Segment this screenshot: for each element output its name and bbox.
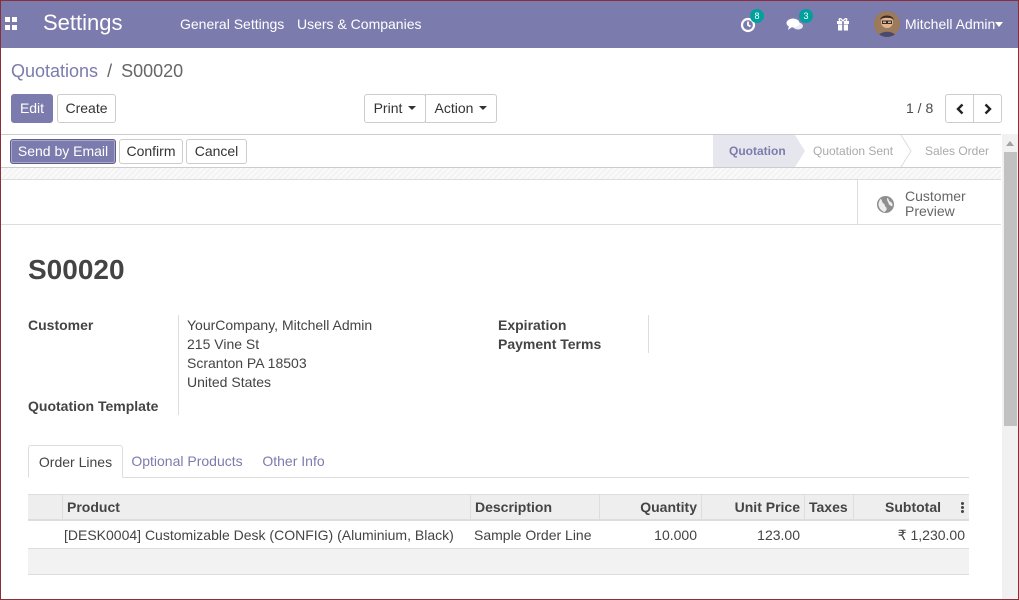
apps-icon[interactable] <box>5 17 18 30</box>
print-dropdown[interactable]: Print <box>364 94 426 123</box>
payment-terms-label: Payment Terms <box>498 336 602 352</box>
scrollbar-thumb[interactable] <box>1004 152 1017 426</box>
customer-preview-button[interactable]: Customer Preview <box>857 180 1001 225</box>
customer-address-country: United States <box>187 374 272 390</box>
column-description[interactable]: Description <box>470 495 599 521</box>
statusbar: Send by Email Confirm Cancel Quotation Q… <box>0 134 1001 168</box>
action-dropdown[interactable]: Action <box>425 94 497 123</box>
avatar <box>874 11 900 37</box>
stage-quotation-sent[interactable]: Quotation Sent <box>813 135 893 167</box>
stage-quotation[interactable]: Quotation <box>713 135 805 167</box>
chevron-down-icon <box>995 22 1003 27</box>
create-button[interactable]: Create <box>57 94 116 123</box>
cell-unit-price: 123.00 <box>757 527 800 543</box>
column-subtotal[interactable]: Subtotal <box>853 495 945 521</box>
sheet-background <box>0 168 1001 180</box>
quotation-template-label: Quotation Template <box>28 398 159 414</box>
gift-button[interactable] <box>832 11 858 37</box>
breadcrumb-current: S00020 <box>121 61 184 81</box>
table-row[interactable]: [DESK0004] Customizable Desk (CONFIG) (A… <box>28 522 969 549</box>
column-taxes[interactable]: Taxes <box>804 495 853 521</box>
customer-address-street: 215 Vine St <box>187 336 260 352</box>
quotation-template-field[interactable] <box>187 396 467 414</box>
optional-columns-icon[interactable] <box>961 502 964 514</box>
column-unit-price[interactable]: Unit Price <box>701 495 804 521</box>
payment-terms-field[interactable] <box>656 334 956 352</box>
globe-icon <box>876 195 895 214</box>
cell-product: [DESK0004] Customizable Desk (CONFIG) (A… <box>64 527 454 543</box>
customer-link[interactable]: YourCompany, Mitchell Admin <box>187 317 372 333</box>
record-title: S00020 <box>28 254 125 285</box>
breadcrumb-separator: / <box>107 61 113 81</box>
send-by-email-button[interactable]: Send by Email <box>10 139 116 164</box>
user-name: Mitchell Admin <box>905 16 996 32</box>
pager-next-button[interactable] <box>973 94 1002 123</box>
action-label: Action <box>434 100 474 116</box>
top-navbar: Settings General Settings Users & Compan… <box>0 0 1019 48</box>
order-lines-header: Product Description Quantity Unit Price … <box>28 494 969 521</box>
edit-button[interactable]: Edit <box>11 94 53 123</box>
empty-table-row <box>28 549 969 575</box>
customer-preview-label: Customer Preview <box>905 188 966 219</box>
expiration-field[interactable] <box>656 315 956 333</box>
activity-button[interactable]: 8 <box>738 9 764 37</box>
stage-arrow-separator <box>900 135 912 167</box>
app-brand[interactable]: Settings <box>43 10 123 36</box>
column-product[interactable]: Product <box>62 495 470 521</box>
gift-icon <box>837 18 849 31</box>
menu-general-settings[interactable]: General Settings <box>180 16 284 32</box>
breadcrumb: Quotations / S00020 <box>11 61 183 82</box>
print-label: Print <box>373 100 403 116</box>
pager-value[interactable]: 1 / 8 <box>906 100 933 116</box>
message-count-badge: 3 <box>799 9 813 23</box>
button-box <box>1 180 1001 225</box>
caret-down-icon <box>479 106 488 111</box>
pager-previous-button[interactable] <box>945 94 974 123</box>
expiration-label: Expiration <box>498 317 567 333</box>
cell-quantity: 10.000 <box>654 527 697 543</box>
cancel-button[interactable]: Cancel <box>186 139 247 164</box>
field-separator <box>648 315 649 353</box>
breadcrumb-quotations-link[interactable]: Quotations <box>11 61 98 81</box>
messages-button[interactable]: 3 <box>785 9 813 37</box>
activity-count-badge: 8 <box>750 9 764 23</box>
customer-label: Customer <box>28 317 94 333</box>
chevron-left-icon <box>956 103 964 115</box>
chevron-right-icon <box>984 103 992 115</box>
tab-other-info[interactable]: Other Info <box>256 445 331 478</box>
tab-order-lines[interactable]: Order Lines <box>28 445 123 478</box>
cell-taxes <box>804 522 853 548</box>
cell-description: Sample Order Line <box>474 527 592 543</box>
column-quantity[interactable]: Quantity <box>599 495 701 521</box>
menu-users-companies[interactable]: Users & Companies <box>297 16 422 32</box>
stage-sales-order[interactable]: Sales Order <box>925 135 989 167</box>
caret-down-icon <box>408 106 417 111</box>
tab-optional-products[interactable]: Optional Products <box>128 445 246 478</box>
scroll-up-arrow-icon[interactable] <box>1006 141 1014 146</box>
cell-subtotal: ₹ 1,230.00 <box>897 527 965 543</box>
customer-address-city: Scranton PA 18503 <box>187 355 307 371</box>
confirm-button[interactable]: Confirm <box>119 139 183 164</box>
handle-column-header <box>28 495 62 521</box>
field-separator <box>178 315 179 415</box>
